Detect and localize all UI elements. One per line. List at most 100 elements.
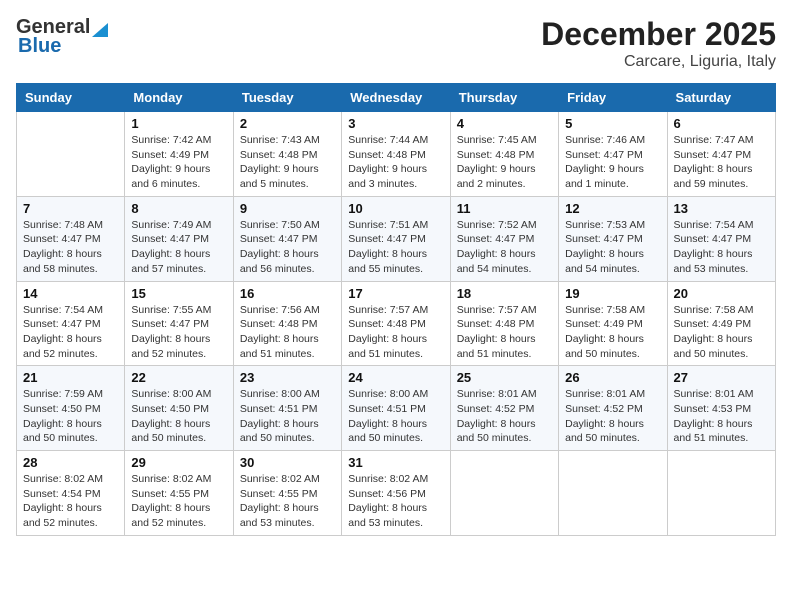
header-wednesday: Wednesday: [342, 84, 450, 112]
calendar-cell: 2 Sunrise: 7:43 AMSunset: 4:48 PMDaylight…: [233, 112, 341, 197]
calendar-cell: 25 Sunrise: 8:01 AMSunset: 4:52 PMDayligh…: [450, 366, 558, 451]
day-number: 20: [674, 286, 769, 301]
day-info: Sunrise: 8:02 AMSunset: 4:56 PMDaylight:…: [348, 472, 443, 531]
calendar-cell: 7 Sunrise: 7:48 AMSunset: 4:47 PMDaylight…: [17, 196, 125, 281]
day-info: Sunrise: 7:43 AMSunset: 4:48 PMDaylight:…: [240, 133, 335, 192]
day-number: 5: [565, 116, 660, 131]
calendar-cell: 29 Sunrise: 8:02 AMSunset: 4:55 PMDayligh…: [125, 451, 233, 536]
day-info: Sunrise: 8:02 AMSunset: 4:55 PMDaylight:…: [131, 472, 226, 531]
day-info: Sunrise: 7:54 AMSunset: 4:47 PMDaylight:…: [23, 303, 118, 362]
header-saturday: Saturday: [667, 84, 775, 112]
day-info: Sunrise: 7:57 AMSunset: 4:48 PMDaylight:…: [348, 303, 443, 362]
day-info: Sunrise: 7:52 AMSunset: 4:47 PMDaylight:…: [457, 218, 552, 277]
day-info: Sunrise: 8:00 AMSunset: 4:50 PMDaylight:…: [131, 387, 226, 446]
day-info: Sunrise: 7:49 AMSunset: 4:47 PMDaylight:…: [131, 218, 226, 277]
day-number: 16: [240, 286, 335, 301]
calendar-cell: 20Sunrise: 7:58 AMSunset: 4:49 PMDayligh…: [667, 281, 775, 366]
day-number: 10: [348, 201, 443, 216]
day-info: Sunrise: 8:01 AMSunset: 4:53 PMDaylight:…: [674, 387, 769, 446]
calendar-cell: [17, 112, 125, 197]
day-number: 27: [674, 370, 769, 385]
day-number: 18: [457, 286, 552, 301]
day-number: 7: [23, 201, 118, 216]
calendar-cell: 23Sunrise: 8:00 AMSunset: 4:51 PMDayligh…: [233, 366, 341, 451]
day-number: 12: [565, 201, 660, 216]
header-friday: Friday: [559, 84, 667, 112]
day-info: Sunrise: 8:02 AMSunset: 4:54 PMDaylight:…: [23, 472, 118, 531]
calendar-cell: 16 Sunrise: 7:56 AMSunset: 4:48 PMDayligh…: [233, 281, 341, 366]
day-info: Sunrise: 7:53 AMSunset: 4:47 PMDaylight:…: [565, 218, 660, 277]
calendar-cell: 24 Sunrise: 8:00 AMSunset: 4:51 PMDayligh…: [342, 366, 450, 451]
day-number: 2: [240, 116, 335, 131]
day-info: Sunrise: 7:48 AMSunset: 4:47 PMDaylight:…: [23, 218, 118, 277]
calendar-cell: 27 Sunrise: 8:01 AMSunset: 4:53 PMDayligh…: [667, 366, 775, 451]
header-thursday: Thursday: [450, 84, 558, 112]
calendar-cell: 22 Sunrise: 8:00 AMSunset: 4:50 PMDayligh…: [125, 366, 233, 451]
day-number: 17: [348, 286, 443, 301]
month-title: December 2025: [541, 16, 776, 53]
day-number: 14: [23, 286, 118, 301]
logo-arrow-icon: [92, 19, 108, 37]
day-info: Sunrise: 7:51 AMSunset: 4:47 PMDaylight:…: [348, 218, 443, 277]
day-number: 23: [240, 370, 335, 385]
day-number: 15: [131, 286, 226, 301]
day-info: Sunrise: 7:57 AMSunset: 4:48 PMDaylight:…: [457, 303, 552, 362]
calendar-week-row: 21 Sunrise: 7:59 AMSunset: 4:50 PMDayligh…: [17, 366, 776, 451]
calendar-cell: 19 Sunrise: 7:58 AMSunset: 4:49 PMDayligh…: [559, 281, 667, 366]
day-info: Sunrise: 7:50 AMSunset: 4:47 PMDaylight:…: [240, 218, 335, 277]
day-number: 9: [240, 201, 335, 216]
calendar-cell: 21 Sunrise: 7:59 AMSunset: 4:50 PMDayligh…: [17, 366, 125, 451]
calendar-cell: 6 Sunrise: 7:47 AMSunset: 4:47 PMDaylight…: [667, 112, 775, 197]
day-number: 21: [23, 370, 118, 385]
calendar-cell: 26Sunrise: 8:01 AMSunset: 4:52 PMDayligh…: [559, 366, 667, 451]
calendar-cell: 17 Sunrise: 7:57 AMSunset: 4:48 PMDayligh…: [342, 281, 450, 366]
calendar-week-row: 28 Sunrise: 8:02 AMSunset: 4:54 PMDayligh…: [17, 451, 776, 536]
calendar-cell: [559, 451, 667, 536]
calendar-cell: 18 Sunrise: 7:57 AMSunset: 4:48 PMDayligh…: [450, 281, 558, 366]
day-number: 6: [674, 116, 769, 131]
day-number: 3: [348, 116, 443, 131]
day-info: Sunrise: 7:55 AMSunset: 4:47 PMDaylight:…: [131, 303, 226, 362]
calendar-cell: 9 Sunrise: 7:50 AMSunset: 4:47 PMDaylight…: [233, 196, 341, 281]
day-info: Sunrise: 8:01 AMSunset: 4:52 PMDaylight:…: [565, 387, 660, 446]
day-number: 1: [131, 116, 226, 131]
day-number: 24: [348, 370, 443, 385]
calendar-cell: 31 Sunrise: 8:02 AMSunset: 4:56 PMDayligh…: [342, 451, 450, 536]
header-tuesday: Tuesday: [233, 84, 341, 112]
day-info: Sunrise: 8:00 AMSunset: 4:51 PMDaylight:…: [348, 387, 443, 446]
calendar-cell: [450, 451, 558, 536]
day-info: Sunrise: 7:54 AMSunset: 4:47 PMDaylight:…: [674, 218, 769, 277]
day-info: Sunrise: 7:42 AMSunset: 4:49 PMDaylight:…: [131, 133, 226, 192]
day-info: Sunrise: 8:01 AMSunset: 4:52 PMDaylight:…: [457, 387, 552, 446]
day-number: 28: [23, 455, 118, 470]
day-number: 11: [457, 201, 552, 216]
header-sunday: Sunday: [17, 84, 125, 112]
day-info: Sunrise: 7:47 AMSunset: 4:47 PMDaylight:…: [674, 133, 769, 192]
calendar-week-row: 1 Sunrise: 7:42 AMSunset: 4:49 PMDaylight…: [17, 112, 776, 197]
calendar-cell: 4Sunrise: 7:45 AMSunset: 4:48 PMDaylight…: [450, 112, 558, 197]
calendar-week-row: 7 Sunrise: 7:48 AMSunset: 4:47 PMDaylight…: [17, 196, 776, 281]
calendar-cell: 15 Sunrise: 7:55 AMSunset: 4:47 PMDayligh…: [125, 281, 233, 366]
calendar-cell: 5 Sunrise: 7:46 AMSunset: 4:47 PMDaylight…: [559, 112, 667, 197]
day-info: Sunrise: 7:56 AMSunset: 4:48 PMDaylight:…: [240, 303, 335, 362]
day-number: 31: [348, 455, 443, 470]
calendar-cell: 14 Sunrise: 7:54 AMSunset: 4:47 PMDayligh…: [17, 281, 125, 366]
calendar-cell: 28 Sunrise: 8:02 AMSunset: 4:54 PMDayligh…: [17, 451, 125, 536]
day-number: 19: [565, 286, 660, 301]
day-info: Sunrise: 7:44 AMSunset: 4:48 PMDaylight:…: [348, 133, 443, 192]
day-number: 25: [457, 370, 552, 385]
calendar-cell: 30Sunrise: 8:02 AMSunset: 4:55 PMDayligh…: [233, 451, 341, 536]
title-block: December 2025 Carcare, Liguria, Italy: [541, 16, 776, 71]
day-info: Sunrise: 7:46 AMSunset: 4:47 PMDaylight:…: [565, 133, 660, 192]
day-number: 13: [674, 201, 769, 216]
calendar-cell: 12 Sunrise: 7:53 AMSunset: 4:47 PMDayligh…: [559, 196, 667, 281]
day-info: Sunrise: 7:59 AMSunset: 4:50 PMDaylight:…: [23, 387, 118, 446]
day-number: 30: [240, 455, 335, 470]
day-number: 29: [131, 455, 226, 470]
day-info: Sunrise: 7:58 AMSunset: 4:49 PMDaylight:…: [565, 303, 660, 362]
day-number: 22: [131, 370, 226, 385]
calendar-cell: 3 Sunrise: 7:44 AMSunset: 4:48 PMDaylight…: [342, 112, 450, 197]
calendar-table: SundayMondayTuesdayWednesdayThursdayFrid…: [16, 83, 776, 536]
page-header: General Blue December 2025 Carcare, Ligu…: [16, 16, 776, 71]
calendar-cell: 10 Sunrise: 7:51 AMSunset: 4:47 PMDayligh…: [342, 196, 450, 281]
